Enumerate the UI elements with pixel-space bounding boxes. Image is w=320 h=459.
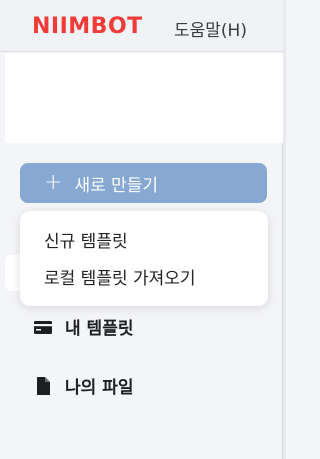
- help-menu[interactable]: 도움말(H): [174, 16, 247, 41]
- new-button[interactable]: + 새로 만들기: [20, 163, 267, 203]
- card-icon: [33, 317, 53, 337]
- nav-item-label: 나의 파일: [65, 378, 134, 398]
- window-edge: [283, 0, 286, 459]
- menu-backdrop-edge: [5, 255, 20, 291]
- new-button-label: 새로 만들기: [74, 175, 159, 196]
- menu-item-new-template[interactable]: 신규 템플릿: [20, 221, 268, 258]
- menu-item-import-local-template[interactable]: 로컬 템플릿 가져오기: [20, 258, 268, 295]
- niimbot-logo: NIIMBOT: [32, 14, 143, 39]
- nav-item-my-templates[interactable]: 내 템플릿: [33, 314, 133, 339]
- file-icon: [33, 376, 53, 396]
- content-pane: [5, 53, 283, 143]
- nav-item-label: 내 템플릿: [65, 319, 134, 339]
- app-frame: NIIMBOT 도움말(H) + 새로 만들기 신규 템플릿 로컬 템플릿 가져…: [0, 0, 283, 459]
- new-dropdown-menu: 신규 템플릿 로컬 템플릿 가져오기: [20, 211, 268, 306]
- plus-icon: +: [44, 170, 63, 195]
- top-bar: NIIMBOT 도움말(H): [0, 0, 283, 52]
- nav-item-my-files[interactable]: 나의 파일: [33, 373, 133, 398]
